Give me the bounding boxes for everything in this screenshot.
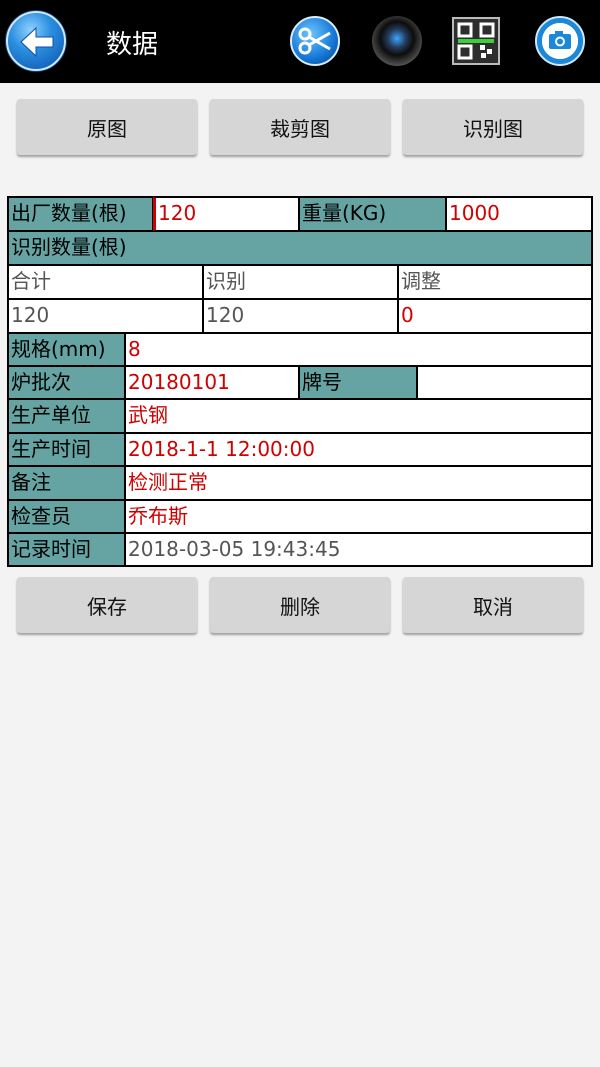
scissors-icon[interactable] (290, 16, 340, 66)
adjust-field[interactable]: 0 (398, 299, 592, 333)
camera-icon[interactable] (535, 16, 585, 66)
record-time-value: 2018-03-05 19:43:45 (125, 533, 592, 566)
brand-field[interactable] (417, 366, 592, 399)
weight-label: 重量(KG) (299, 197, 446, 231)
factory-qty-label: 出厂数量(根) (8, 197, 153, 231)
record-time-label: 记录时间 (8, 533, 125, 566)
remark-field[interactable]: 检测正常 (125, 466, 592, 500)
camera-lens-icon[interactable] (372, 16, 422, 66)
save-button[interactable]: 保存 (17, 577, 197, 633)
factory-qty-field[interactable]: 120 (153, 197, 299, 231)
batch-label: 炉批次 (8, 366, 125, 399)
total-header: 合计 (8, 265, 203, 299)
weight-field[interactable]: 1000 (446, 197, 592, 231)
inspector-label: 检查员 (8, 500, 125, 533)
producer-field[interactable]: 武钢 (125, 399, 592, 433)
production-time-label: 生产时间 (8, 433, 125, 466)
qr-code-icon[interactable] (452, 17, 500, 65)
recognized-header: 识别 (203, 265, 398, 299)
recognized-qty-header: 识别数量(根) (8, 231, 592, 265)
batch-field[interactable]: 20180101 (125, 366, 299, 399)
cancel-button[interactable]: 取消 (403, 577, 583, 633)
total-value: 120 (8, 299, 203, 333)
recognized-value: 120 (203, 299, 398, 333)
production-time-field[interactable]: 2018-1-1 12:00:00 (125, 433, 592, 466)
brand-label: 牌号 (299, 366, 417, 399)
producer-label: 生产单位 (8, 399, 125, 433)
cropped-image-button[interactable]: 裁剪图 (210, 99, 390, 155)
page-title: 数据 (106, 30, 159, 60)
remark-label: 备注 (8, 466, 125, 500)
adjust-header: 调整 (398, 265, 592, 299)
top-bar: 数据 (0, 0, 600, 83)
delete-button[interactable]: 删除 (210, 577, 390, 633)
spec-field[interactable]: 8 (125, 333, 592, 366)
inspector-field[interactable]: 乔布斯 (125, 500, 592, 533)
original-image-button[interactable]: 原图 (17, 99, 197, 155)
back-arrow-icon[interactable] (6, 11, 66, 71)
recognized-image-button[interactable]: 识别图 (403, 99, 583, 155)
spec-label: 规格(mm) (8, 333, 125, 366)
